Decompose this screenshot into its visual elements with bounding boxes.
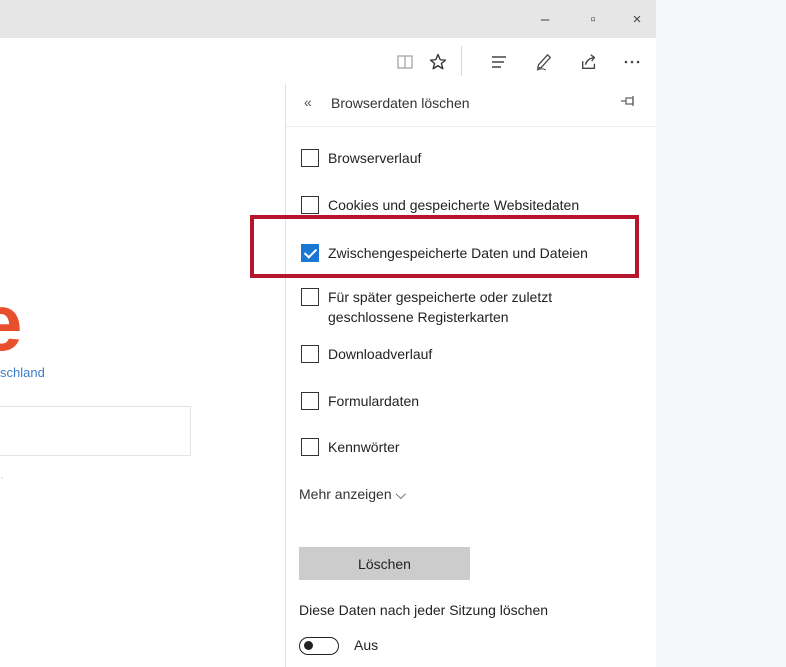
option-label: Für später gespeicherte oder zuletzt ges… [328,289,553,325]
title-bar: – ▫ × [0,0,656,38]
auto-clear-label: Diese Daten nach jeder Sitzung löschen [299,602,549,618]
clear-browsing-data-panel: « Browserdaten löschen Browserverlauf Co… [285,84,656,667]
notes-pen-icon[interactable] [530,48,558,76]
option-label: Browserverlauf [328,150,422,166]
auto-clear-toggle[interactable] [299,637,339,655]
option-form-data[interactable]: Formulardaten [301,392,628,411]
hub-icon[interactable] [485,48,513,76]
background-area [656,0,786,667]
option-label: Kennwörter [328,439,400,455]
page-search-box[interactable] [0,406,191,456]
toggle-state-label: Aus [354,637,379,653]
option-passwords[interactable]: Kennwörter [301,438,628,457]
more-icon[interactable] [618,48,646,76]
maximize-button[interactable]: ▫ [576,6,610,32]
close-button[interactable]: × [620,6,654,32]
panel-header: « Browserdaten löschen [286,84,656,127]
checkbox[interactable] [301,392,319,410]
checkbox[interactable] [301,149,319,167]
page-fragment: · [0,470,4,484]
panel-title: Browserdaten löschen [331,95,470,111]
checkbox[interactable] [301,345,319,363]
highlight-box [250,215,639,278]
share-icon[interactable] [575,48,603,76]
toolbar-separator [461,46,462,76]
page-subtitle[interactable]: schland [0,365,45,380]
browser-window: – ▫ × e schland · « Browserdaten lösch [0,0,656,667]
minimize-button[interactable]: – [528,6,562,32]
back-icon[interactable]: « [304,94,312,110]
option-download-history[interactable]: Downloadverlauf [301,345,628,364]
option-cookies[interactable]: Cookies und gespeicherte Websitedaten [301,196,628,215]
delete-button[interactable]: Löschen [299,547,470,580]
pin-icon[interactable] [620,94,636,110]
option-label: Cookies und gespeicherte Websitedaten [328,197,580,213]
checkbox[interactable] [301,438,319,456]
option-saved-tabs[interactable]: Für später gespeicherte oder zuletzt ges… [301,288,618,327]
favorites-star-icon[interactable] [424,48,452,76]
checkbox[interactable] [301,196,319,214]
toolbar [0,38,656,84]
toggle-knob [304,641,313,650]
show-more-link[interactable]: Mehr anzeigen ⌵ [299,486,406,503]
checkbox[interactable] [301,288,319,306]
option-label: Downloadverlauf [328,346,433,362]
reading-view-icon[interactable] [391,48,419,76]
option-browserverlauf[interactable]: Browserverlauf [301,149,628,168]
page-logo: e [0,283,22,363]
option-label: Formulardaten [328,393,420,409]
